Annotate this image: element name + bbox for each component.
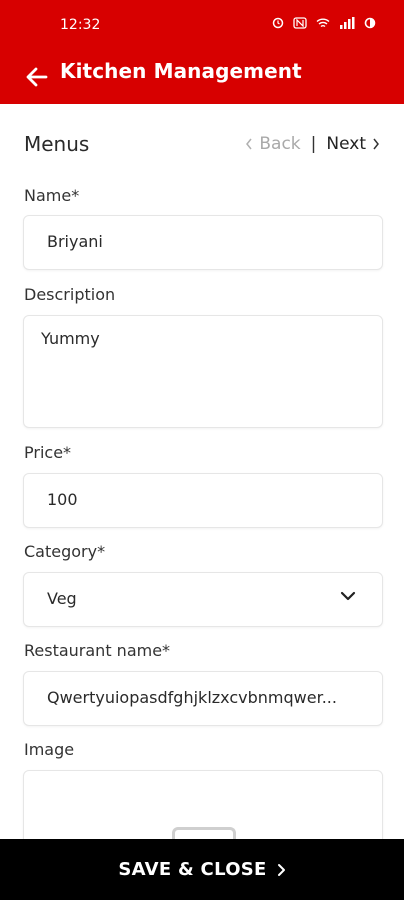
pager-back-button[interactable]: Back xyxy=(245,134,301,154)
description-value: Yummy xyxy=(41,329,100,348)
wifi-icon xyxy=(316,17,330,32)
status-icons xyxy=(272,17,376,32)
description-textarea[interactable]: Yummy xyxy=(23,315,383,428)
name-input[interactable]: Briyani xyxy=(23,215,383,270)
pager-back-label: Back xyxy=(259,134,301,154)
category-label: Category* xyxy=(24,542,106,561)
price-input[interactable]: 100 xyxy=(23,473,383,528)
signal-icon xyxy=(339,17,355,32)
category-select[interactable]: Veg xyxy=(23,572,383,627)
pager-next-label: Next xyxy=(326,134,366,154)
description-label: Description xyxy=(24,285,116,304)
price-label: Price* xyxy=(24,443,72,462)
status-bar: 12:32 xyxy=(0,0,404,50)
save-close-button[interactable]: SAVE & CLOSE xyxy=(0,839,404,900)
chevron-right-icon xyxy=(277,863,286,877)
image-label: Image xyxy=(24,740,75,759)
chevron-down-icon xyxy=(340,591,356,601)
back-arrow-icon[interactable] xyxy=(24,64,50,90)
nfc-icon xyxy=(293,17,307,32)
app-title: Kitchen Management xyxy=(60,59,302,83)
chevron-right-icon xyxy=(373,138,379,150)
save-close-label: SAVE & CLOSE xyxy=(118,859,267,880)
form-header: Menus Back | Next xyxy=(24,132,380,158)
name-label: Name* xyxy=(24,186,80,205)
pager-next-button[interactable]: Next xyxy=(326,134,380,154)
status-time: 12:32 xyxy=(60,17,101,33)
app-bar: Kitchen Management xyxy=(0,50,404,104)
category-value: Veg xyxy=(47,589,77,608)
restaurant-value: Qwertyuiopasdfghjklzxcvbnmqwer... xyxy=(47,688,337,707)
price-value: 100 xyxy=(47,490,78,509)
battery-icon xyxy=(364,17,376,32)
restaurant-input[interactable]: Qwertyuiopasdfghjklzxcvbnmqwer... xyxy=(23,671,383,726)
alarm-icon xyxy=(272,17,284,32)
page-title: Menus xyxy=(24,132,90,156)
pager-separator: | xyxy=(310,134,317,154)
chevron-left-icon xyxy=(246,138,252,150)
name-value: Briyani xyxy=(47,232,103,251)
restaurant-label: Restaurant name* xyxy=(24,641,171,660)
pager: Back | Next xyxy=(245,134,380,154)
